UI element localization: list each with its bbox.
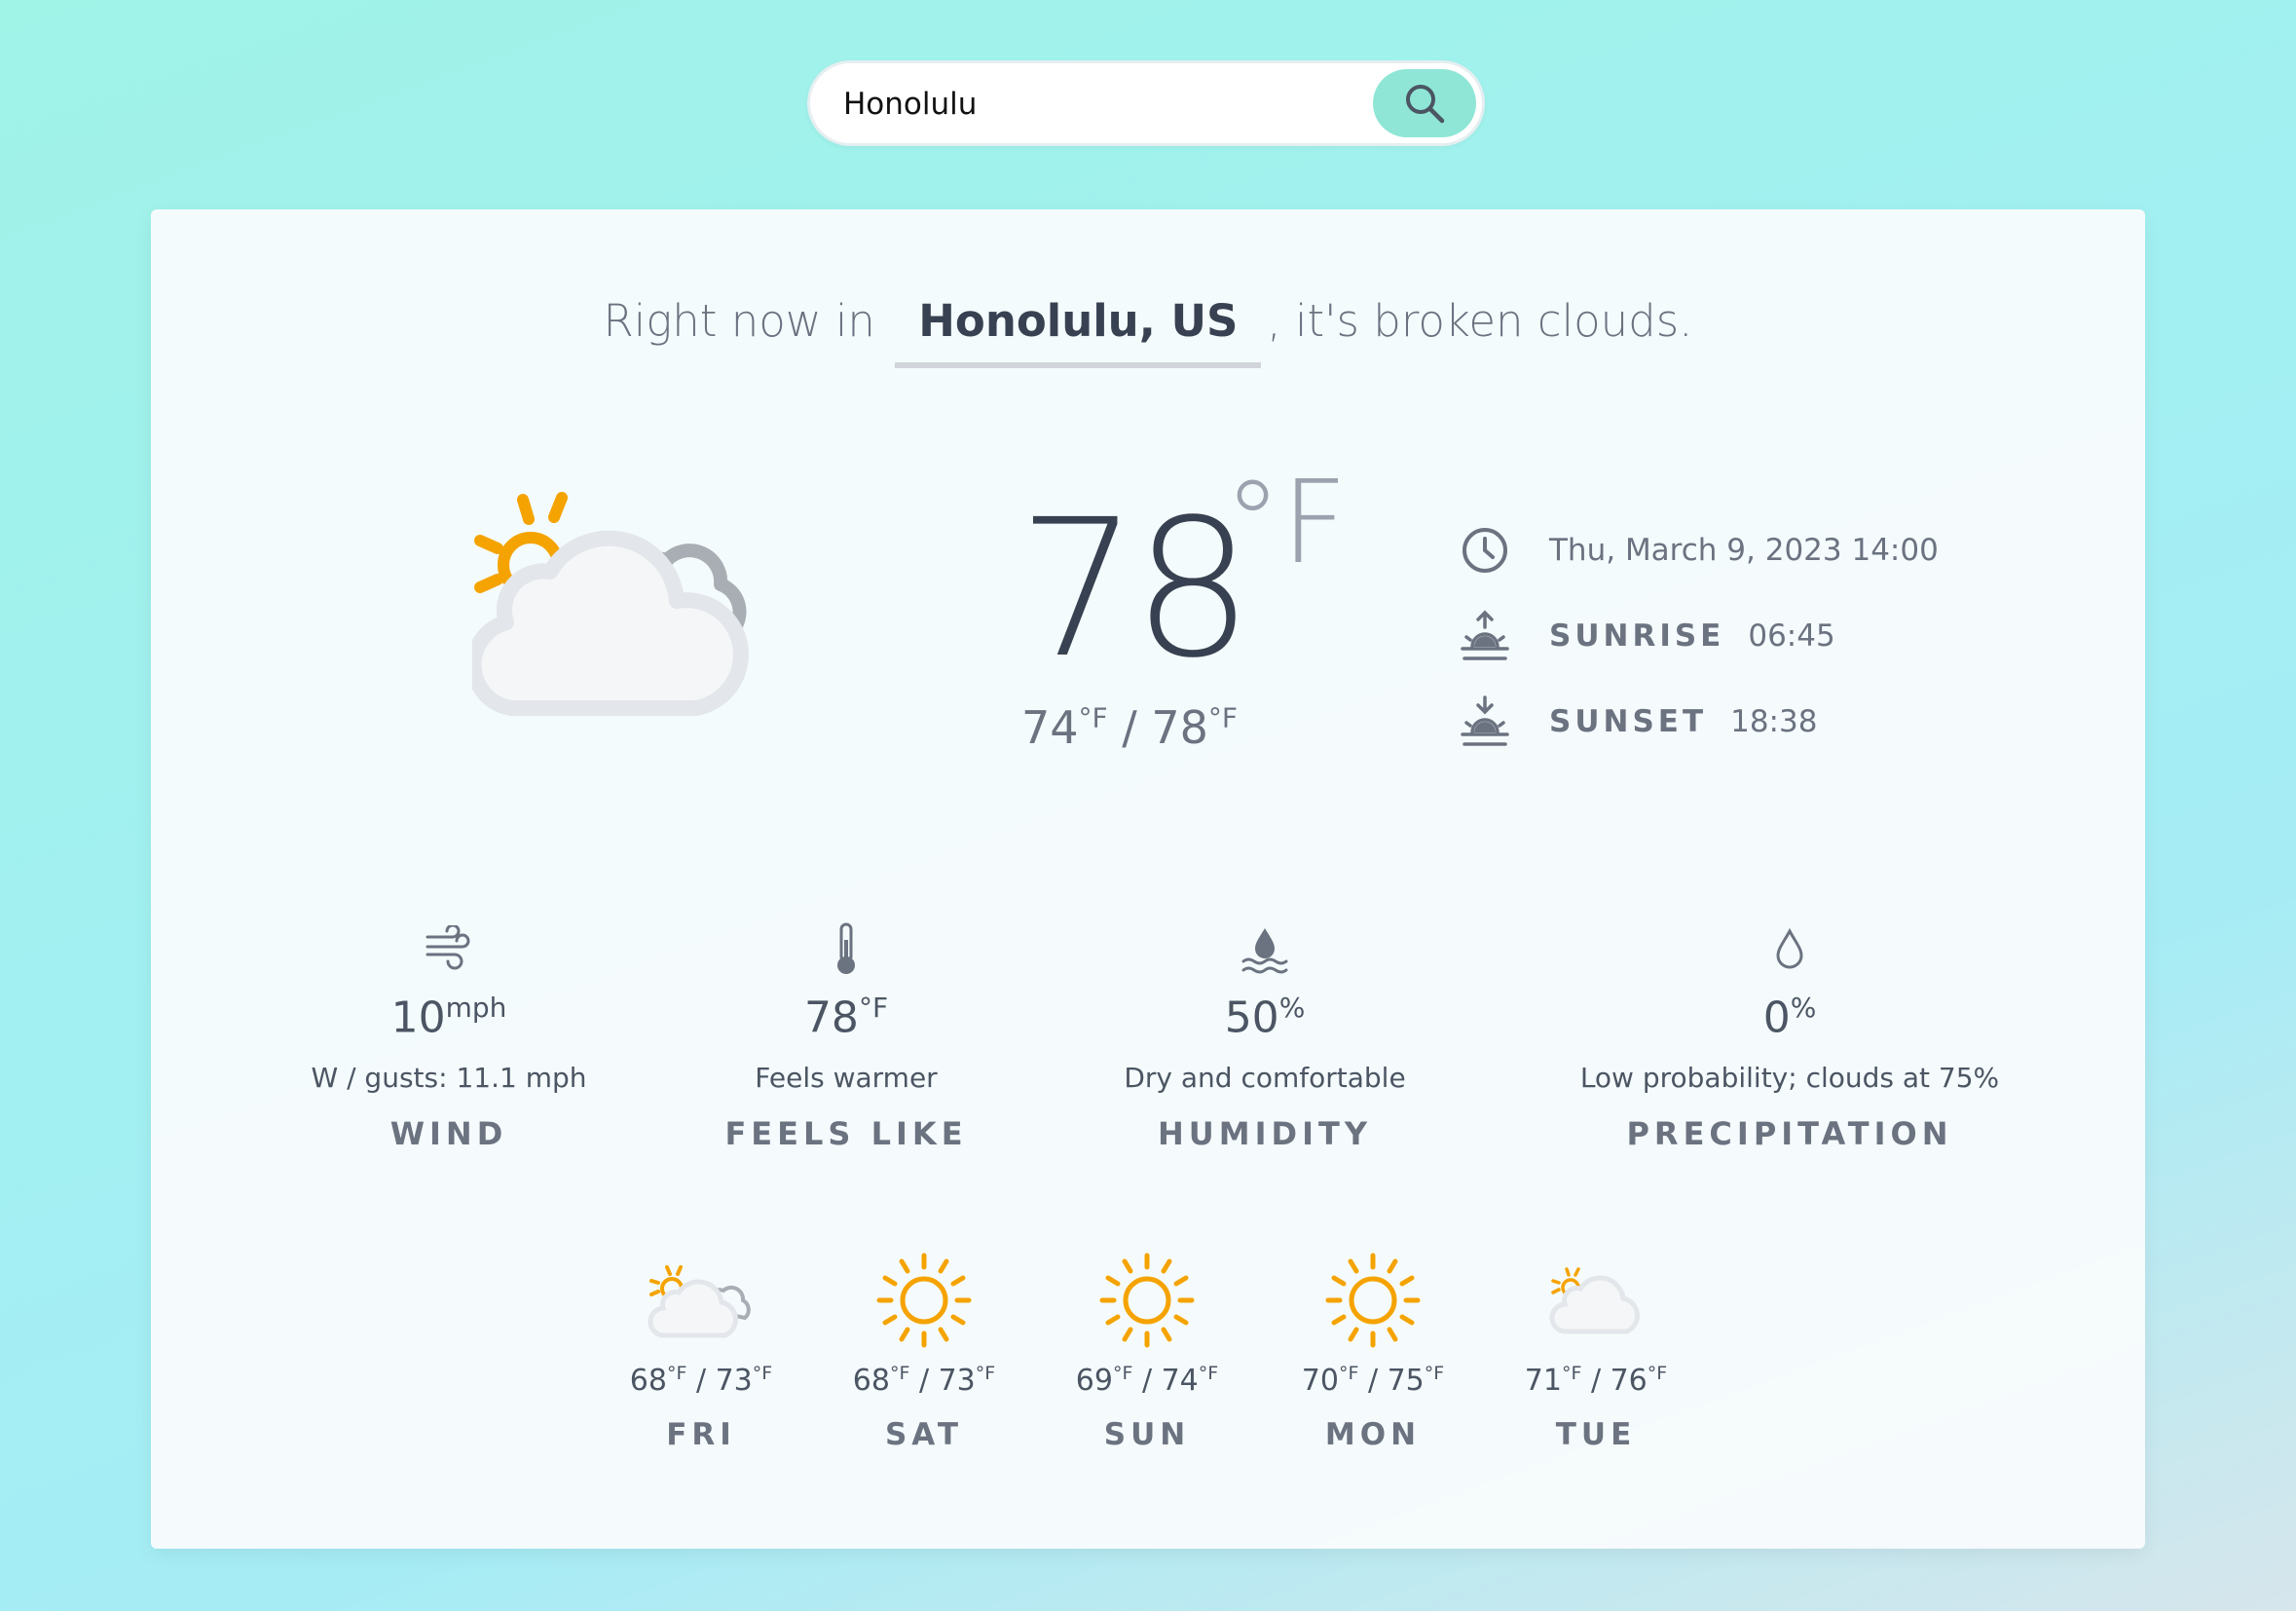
sun-icon bbox=[1325, 1253, 1421, 1348]
forecast-high-unit: °F bbox=[1198, 1363, 1219, 1384]
search-bar bbox=[807, 60, 1485, 146]
cloudy-icon bbox=[1549, 1267, 1640, 1334]
sunrise-icon bbox=[1461, 610, 1509, 660]
precipitation-value: 0 bbox=[1762, 993, 1791, 1043]
thermometer-icon bbox=[837, 922, 855, 974]
humidity-label: HUMIDITY bbox=[1158, 1115, 1372, 1152]
temperature-value: 78 bbox=[1018, 478, 1253, 699]
headline-suffix: , it's broken clouds. bbox=[1267, 295, 1693, 347]
sunset-time: 18:38 bbox=[1730, 704, 1818, 739]
location-name[interactable]: Honolulu, US bbox=[895, 295, 1262, 368]
humidity-icon bbox=[1241, 928, 1288, 974]
forecast-day-name: SAT bbox=[884, 1417, 964, 1452]
headline-prefix: Right now in bbox=[603, 295, 875, 347]
search-button[interactable] bbox=[1373, 69, 1476, 137]
sunrise-time: 06:45 bbox=[1748, 618, 1835, 654]
sunset-row: SUNSET 18:38 bbox=[1456, 693, 1939, 751]
forecast-high-unit: °F bbox=[752, 1363, 773, 1384]
current-temperature: 78 °F bbox=[1018, 455, 1368, 706]
humidity-desc: Dry and comfortable bbox=[1124, 1062, 1406, 1094]
raindrop-icon bbox=[1776, 928, 1803, 969]
forecast-high-unit: °F bbox=[1424, 1363, 1445, 1384]
forecast-day-name: TUE bbox=[1555, 1417, 1637, 1452]
forecast-high-unit: °F bbox=[975, 1363, 996, 1384]
wind-label: WIND bbox=[389, 1115, 508, 1152]
wind-icon bbox=[426, 925, 470, 970]
headline: Right now in Honolulu, US, it's broken c… bbox=[151, 295, 2145, 368]
search-input[interactable] bbox=[841, 77, 1390, 131]
forecast-low: 70 bbox=[1301, 1364, 1339, 1398]
wind-desc: W / gusts: 11.1 mph bbox=[311, 1062, 587, 1094]
sunset-label: SUNSET bbox=[1549, 704, 1708, 739]
stat-humidity: 50% Dry and comfortable HUMIDITY bbox=[1051, 916, 1479, 1152]
forecast-day[interactable]: 68°F / 73°F FRI bbox=[604, 1242, 798, 1452]
sun-icon bbox=[1099, 1253, 1195, 1348]
forecast: 68°F / 73°F FRI 68°F / 73°F SAT 69°F / 7… bbox=[151, 1242, 2145, 1495]
feels-like-label: FEELS LIKE bbox=[724, 1115, 968, 1152]
forecast-low: 68 bbox=[629, 1364, 667, 1398]
forecast-high: 73 bbox=[938, 1364, 976, 1398]
forecast-day-name: MON bbox=[1324, 1417, 1422, 1452]
high-temp-unit: °F bbox=[1207, 701, 1239, 734]
precipitation-unit: % bbox=[1790, 992, 1817, 1024]
temperature-unit: °F bbox=[1224, 455, 1348, 589]
forecast-low-unit: °F bbox=[1112, 1363, 1133, 1384]
low-temp-unit: °F bbox=[1078, 701, 1108, 734]
sun-behind-cloud-icon bbox=[472, 492, 749, 716]
forecast-day[interactable]: 70°F / 75°F MON bbox=[1276, 1242, 1470, 1452]
current-stats: 10mph W / gusts: 11.1 mph WIND 78°F Feel… bbox=[151, 916, 2145, 1208]
range-separator: / bbox=[1122, 701, 1137, 754]
forecast-day[interactable]: 69°F / 74°F SUN bbox=[1050, 1242, 1244, 1452]
forecast-day[interactable]: 68°F / 73°F SAT bbox=[827, 1242, 1021, 1452]
forecast-high: 73 bbox=[715, 1364, 753, 1398]
forecast-day-name: FRI bbox=[666, 1417, 736, 1452]
forecast-low-unit: °F bbox=[1561, 1363, 1582, 1384]
forecast-low-unit: °F bbox=[666, 1363, 687, 1384]
clock-icon bbox=[1463, 528, 1507, 573]
wind-unit: mph bbox=[445, 992, 507, 1024]
current-datetime: Thu, March 9, 2023 14:00 bbox=[1549, 533, 1939, 568]
weather-card: Right now in Honolulu, US, it's broken c… bbox=[151, 209, 2145, 1549]
forecast-day[interactable]: 71°F / 76°F TUE bbox=[1499, 1242, 1693, 1452]
low-temp: 74 bbox=[1020, 701, 1079, 754]
temperature-range: 74°F / 78°F bbox=[930, 701, 1329, 754]
forecast-day-name: SUN bbox=[1103, 1417, 1191, 1452]
sunset-icon bbox=[1461, 695, 1509, 746]
forecast-low: 68 bbox=[852, 1364, 890, 1398]
datetime-row: Thu, March 9, 2023 14:00 bbox=[1456, 521, 1939, 580]
stat-precipitation: 0% Low probability; clouds at 75% PRECIP… bbox=[1556, 916, 2023, 1152]
forecast-high-unit: °F bbox=[1647, 1363, 1668, 1384]
forecast-low: 71 bbox=[1524, 1364, 1562, 1398]
forecast-low: 69 bbox=[1075, 1364, 1113, 1398]
precipitation-label: PRECIPITATION bbox=[1626, 1115, 1953, 1152]
sun-icon bbox=[876, 1253, 972, 1348]
stat-feels-like: 78°F Feels warmer FEELS LIKE bbox=[632, 916, 1060, 1152]
humidity-value: 50 bbox=[1224, 993, 1279, 1043]
forecast-high: 76 bbox=[1610, 1364, 1648, 1398]
time-info: Thu, March 9, 2023 14:00 SUNRISE 06:45 S… bbox=[1456, 521, 1939, 778]
search-icon bbox=[1406, 85, 1445, 124]
forecast-low-unit: °F bbox=[1338, 1363, 1359, 1384]
high-temp: 78 bbox=[1151, 701, 1208, 754]
partly-cloudy-icon bbox=[648, 1265, 751, 1338]
feels-like-desc: Feels warmer bbox=[755, 1062, 938, 1094]
stat-wind: 10mph W / gusts: 11.1 mph WIND bbox=[235, 916, 663, 1152]
feels-like-value: 78 bbox=[803, 993, 859, 1043]
forecast-high: 75 bbox=[1387, 1364, 1425, 1398]
forecast-high: 74 bbox=[1161, 1364, 1199, 1398]
sunrise-row: SUNRISE 06:45 bbox=[1456, 607, 1939, 665]
feels-like-unit: °F bbox=[858, 992, 889, 1024]
forecast-low-unit: °F bbox=[889, 1363, 910, 1384]
sunrise-label: SUNRISE bbox=[1549, 618, 1725, 654]
precipitation-desc: Low probability; clouds at 75% bbox=[1579, 1062, 2000, 1094]
humidity-unit: % bbox=[1278, 992, 1306, 1024]
wind-speed: 10 bbox=[390, 993, 446, 1043]
